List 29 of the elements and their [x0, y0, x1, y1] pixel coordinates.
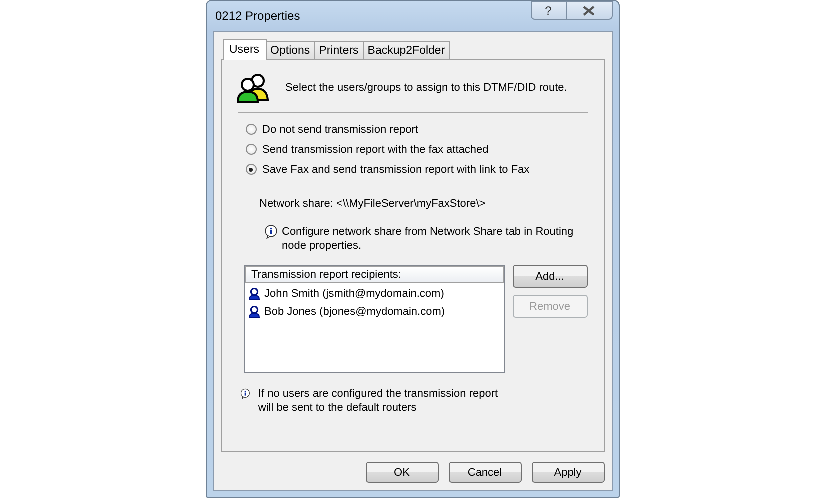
list-action-button[interactable]: Add...: [512, 265, 588, 288]
users-icon: [236, 73, 270, 103]
window-title: 0212 Properties: [214, 9, 300, 23]
dialog-button[interactable]: Cancel: [448, 462, 522, 483]
radio-button[interactable]: [246, 144, 256, 155]
radio-label[interactable]: Do not send transmission report: [262, 124, 418, 136]
info-text: Configure network share from Network Share tab in Routing node properties.: [282, 225, 575, 253]
help-button[interactable]: ?: [530, 1, 566, 20]
tab[interactable]: Users: [222, 39, 267, 60]
close-icon[interactable]: [583, 6, 595, 16]
network-share-text: Network share: <\\MyFileServer\myFaxStore\>: [260, 198, 487, 210]
column-header[interactable]: Transmission report recipients:: [244, 266, 504, 283]
intro-text: Select the users/groups to assign to this DTMF/DID route.: [286, 82, 568, 94]
user-icon: [248, 306, 260, 318]
radio-label[interactable]: Save Fax and send transmission report with link to Fax: [262, 164, 530, 176]
radio-button[interactable]: [246, 124, 256, 135]
info-text: If no users are configured the transmission report will be sent to the default routers: [258, 387, 500, 415]
recipient-item[interactable]: John Smith (jsmith@mydomain.com): [264, 288, 444, 300]
info-icon: [264, 223, 278, 241]
tab[interactable]: Options: [266, 41, 316, 59]
tab[interactable]: Backup2Folder: [362, 41, 450, 59]
tab[interactable]: Printers: [314, 41, 364, 59]
user-icon: [248, 288, 260, 300]
close-button[interactable]: [566, 1, 612, 20]
radio-button[interactable]: [246, 164, 256, 175]
radio-label[interactable]: Send transmission report with the fax attached: [262, 144, 489, 156]
dialog-button[interactable]: Apply: [532, 462, 604, 483]
recipient-item[interactable]: Bob Jones (bjones@mydomain.com): [264, 306, 446, 318]
dialog-button[interactable]: OK: [366, 462, 438, 483]
